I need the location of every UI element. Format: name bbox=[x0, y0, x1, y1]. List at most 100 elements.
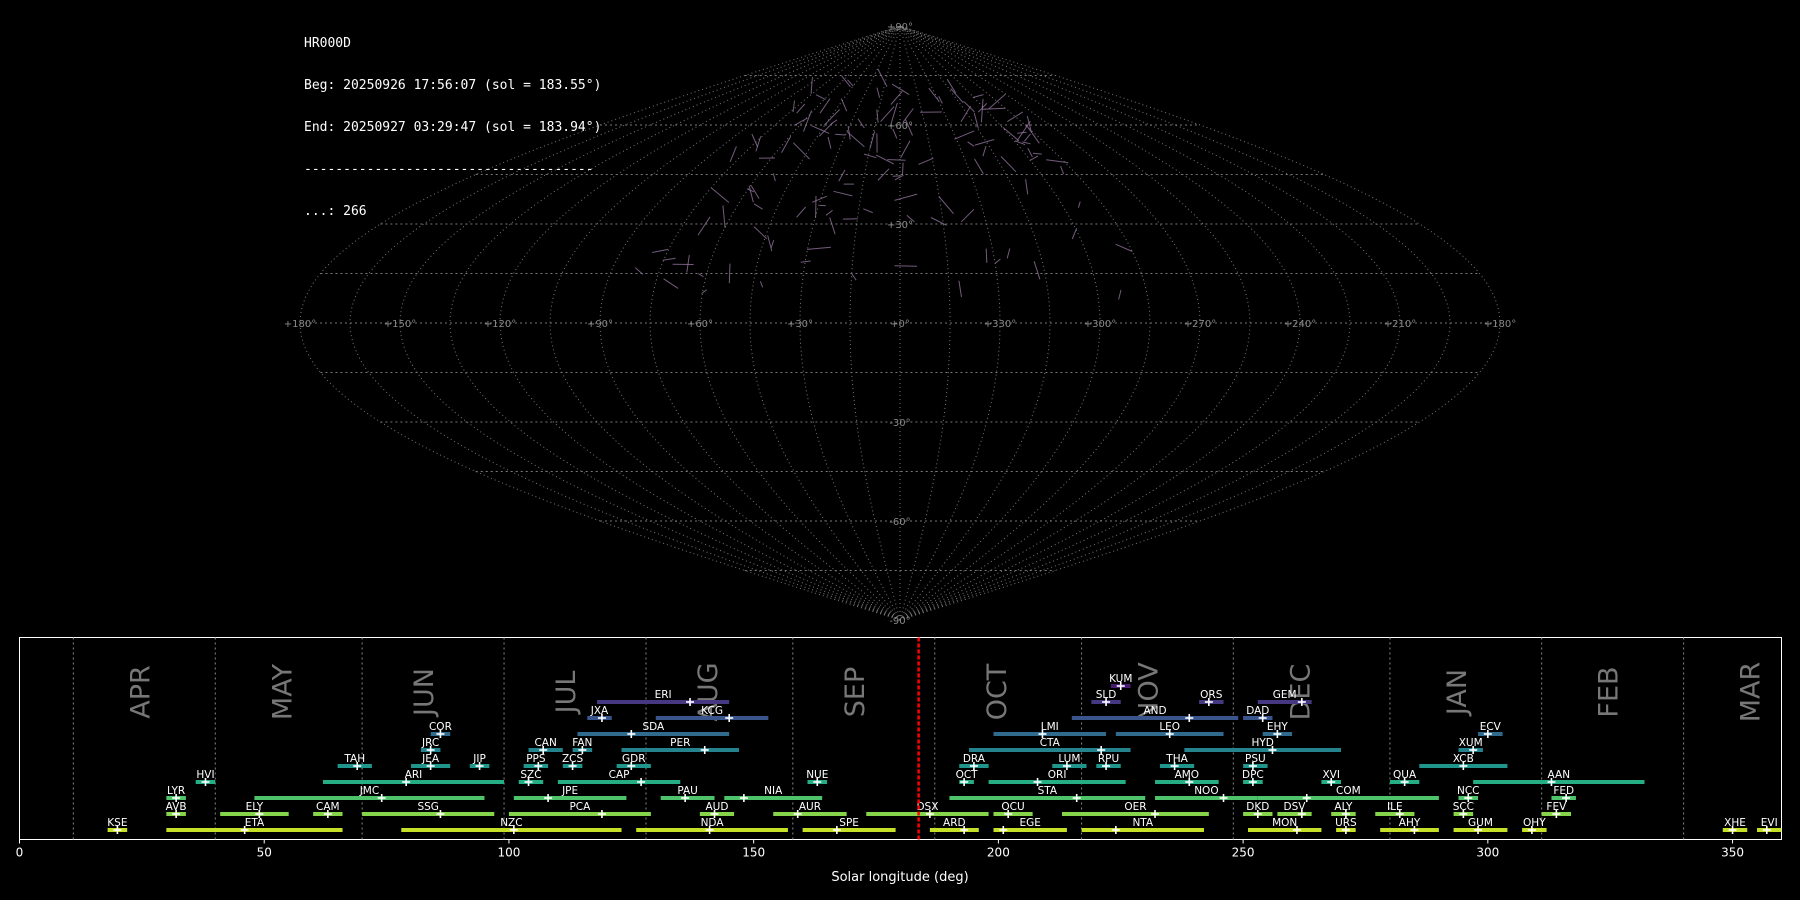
meteor-trail bbox=[974, 139, 995, 146]
meteor-trail bbox=[759, 281, 764, 288]
shower-sda: SDA bbox=[577, 721, 730, 738]
shower-label: STA bbox=[1038, 785, 1058, 797]
shower-label: ECV bbox=[1480, 721, 1502, 733]
shower-xcb: XCB bbox=[1419, 753, 1508, 770]
shower-jpe: JPE bbox=[513, 785, 627, 802]
shower-label: HYD bbox=[1251, 737, 1273, 749]
meteor-trail bbox=[857, 118, 865, 129]
month-label: SEP bbox=[840, 667, 871, 717]
meteor-trail bbox=[902, 162, 904, 176]
longitude-labels: +180° +150° +120° +90° +60° +30° +0° +330° +300°… bbox=[284, 319, 1516, 330]
shower-pps: PPS bbox=[523, 753, 549, 770]
meteor-trail bbox=[876, 109, 879, 123]
lon-label: +330° bbox=[984, 319, 1016, 330]
shower-ecv: ECV bbox=[1478, 721, 1503, 738]
meteor-trail bbox=[753, 203, 763, 210]
lon-label: +60° bbox=[687, 319, 713, 330]
shower-label: NTA bbox=[1132, 817, 1153, 829]
shower-psu: PSU bbox=[1243, 753, 1268, 770]
shower-label: SPE bbox=[839, 817, 859, 829]
meteor-trail bbox=[1032, 152, 1042, 155]
meteor-trail bbox=[810, 76, 813, 94]
shower-fed: FED bbox=[1551, 785, 1576, 802]
x-axis: 0 50 100 150 200 250 300 350 bbox=[16, 839, 1744, 860]
shower-nda: NDA bbox=[636, 817, 788, 834]
shower-label: CTA bbox=[1040, 737, 1061, 749]
meteor-trail bbox=[767, 235, 773, 252]
shower-label: AND bbox=[1143, 705, 1166, 717]
meteor-trail bbox=[662, 257, 676, 261]
shower-label: CAN bbox=[534, 737, 556, 749]
shower-oct: OCT bbox=[956, 769, 978, 786]
meteor-trail bbox=[887, 159, 906, 161]
shower-szc: SZC bbox=[518, 769, 544, 786]
shower-label: ERI bbox=[655, 689, 672, 701]
month-divider-lines bbox=[72, 637, 1685, 840]
meteor-trail bbox=[863, 208, 873, 214]
shower-per: PER bbox=[621, 737, 739, 754]
meteor-trail bbox=[833, 190, 853, 197]
shower-label: FAN bbox=[572, 737, 592, 749]
shower-label: NCC bbox=[1457, 785, 1480, 797]
shower-label: RPU bbox=[1098, 753, 1119, 765]
meteor-trail bbox=[980, 98, 984, 123]
meteor-trail bbox=[930, 217, 947, 226]
shower-label: XUM bbox=[1459, 737, 1483, 749]
shower-dsx: DSX bbox=[866, 801, 989, 818]
meteor-trail bbox=[1016, 120, 1031, 142]
meteor-trail bbox=[994, 258, 1001, 264]
shower-label: MON bbox=[1272, 817, 1297, 829]
meteor-trail bbox=[792, 142, 810, 160]
x-tick-label: 100 bbox=[497, 846, 520, 860]
meteor-trail bbox=[946, 78, 957, 94]
meteor-trail bbox=[1118, 289, 1122, 300]
shower-label: JMC bbox=[359, 785, 380, 797]
shower-dpc: DPC bbox=[1242, 769, 1264, 786]
x-tick-label: 300 bbox=[1476, 846, 1499, 860]
shower-label: ZCS bbox=[562, 753, 584, 765]
shower-cam: CAM bbox=[313, 801, 343, 818]
meteor-trail bbox=[792, 100, 795, 113]
shower-label: KUM bbox=[1109, 673, 1132, 685]
shower-label: NOO bbox=[1194, 785, 1218, 797]
shower-label: QUA bbox=[1393, 769, 1417, 781]
x-tick-label: 0 bbox=[16, 846, 24, 860]
shower-label: GDR bbox=[622, 753, 646, 765]
meteor-trail bbox=[1006, 248, 1011, 259]
shower-jip: JIP bbox=[469, 753, 490, 770]
shower-label: XHE bbox=[1724, 817, 1746, 829]
meteor-trail bbox=[960, 105, 972, 122]
shower-label: EVI bbox=[1761, 817, 1778, 829]
shower-label: ALY bbox=[1334, 801, 1353, 813]
shower-label: ORI bbox=[1048, 769, 1067, 781]
shower-kse: KSE bbox=[107, 817, 127, 834]
shower-label: OHY bbox=[1523, 817, 1546, 829]
shower-ori: ORI bbox=[988, 769, 1126, 786]
shower-tha: THA bbox=[1159, 753, 1195, 770]
shower-label: ORS bbox=[1200, 689, 1223, 701]
shower-aud: AUD bbox=[699, 801, 735, 818]
shower-label: NZC bbox=[500, 817, 522, 829]
meteor-trail bbox=[846, 131, 865, 148]
shower-ehy: EHY bbox=[1262, 721, 1293, 738]
shower-label: AUR bbox=[799, 801, 821, 813]
shower-label: AMO bbox=[1175, 769, 1200, 781]
lon-label: +90° bbox=[587, 319, 613, 330]
meteor-trail bbox=[967, 141, 975, 147]
shower-ncc: NCC bbox=[1457, 785, 1480, 802]
shower-label: OER bbox=[1124, 801, 1146, 813]
shower-label: GEM bbox=[1273, 689, 1297, 701]
shower-lyr: LYR bbox=[166, 785, 186, 802]
meteor-trail bbox=[652, 248, 669, 253]
shower-ocu: OCU bbox=[993, 801, 1033, 818]
shower-jea: JEA bbox=[411, 753, 451, 770]
meteor-trail bbox=[1007, 111, 1024, 123]
meteor-trail bbox=[1046, 159, 1069, 164]
meteor-trail bbox=[811, 125, 830, 134]
shower-xum: XUM bbox=[1458, 737, 1483, 754]
lat-label: +60° bbox=[887, 121, 913, 132]
shower-ssg: SSG bbox=[362, 801, 495, 818]
lon-label: +0° bbox=[890, 319, 910, 330]
meteor-trail bbox=[1025, 124, 1040, 144]
meteor-trail bbox=[753, 226, 768, 240]
